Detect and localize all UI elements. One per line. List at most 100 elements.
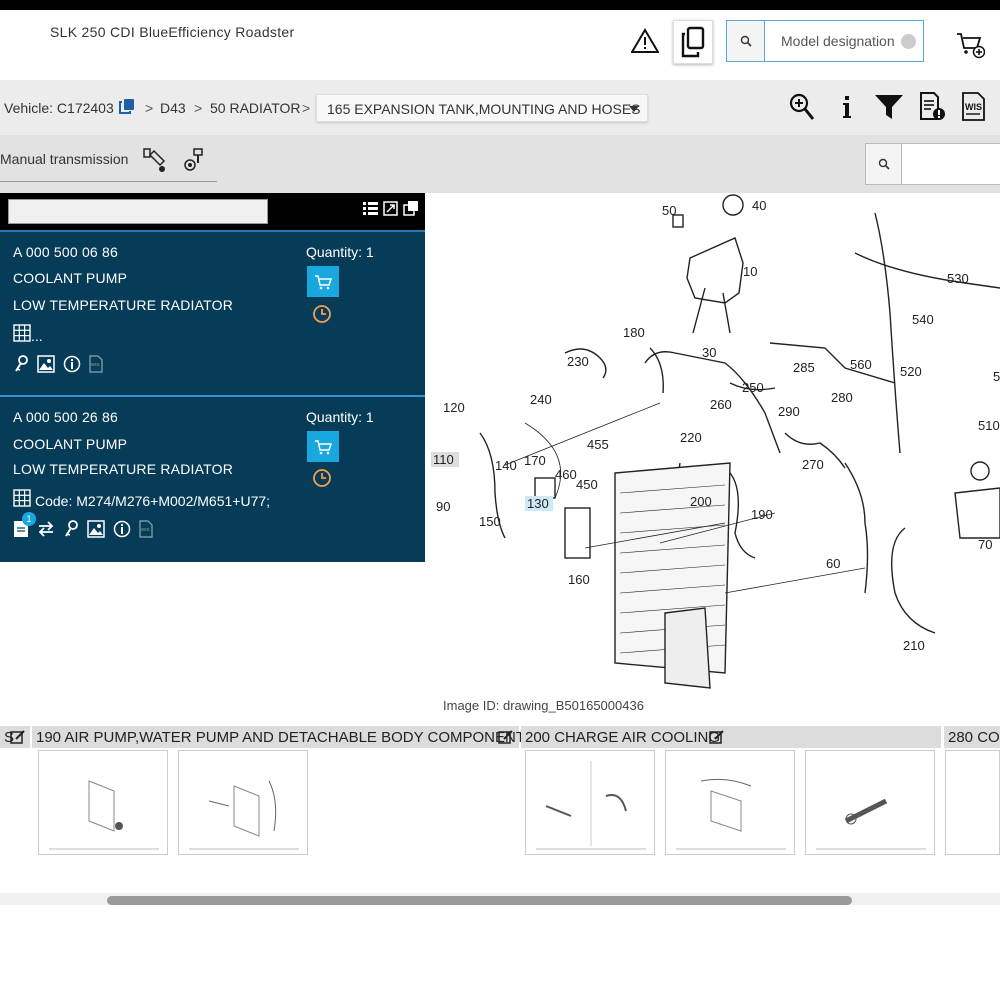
thumbnail-group-header[interactable]: S [0,726,30,748]
add-to-cart-button[interactable] [307,266,339,297]
code-table-icon[interactable] [13,324,31,347]
expand-icon[interactable] [383,201,398,221]
drawing-thumbnail[interactable] [665,750,795,855]
part-number[interactable]: A 000 500 06 86 [13,244,118,260]
drawing-thumbnail[interactable] [945,750,1000,855]
callout-530[interactable]: 530 [947,271,969,286]
breadcrumb-separator: > [194,100,203,116]
image-icon[interactable] [37,355,55,378]
callout-270[interactable]: 270 [802,457,824,472]
breadcrumb-group[interactable]: D43 [160,100,186,116]
callout-220[interactable]: 220 [680,430,702,445]
subgroup-dropdown[interactable]: 165 EXPANSION TANK,MOUNTING AND HOSES [316,94,648,122]
key-icon[interactable] [63,520,79,543]
wis-document-icon[interactable]: WIS [957,90,991,124]
part-card[interactable]: A 000 500 26 86 COOLANT PUMP LOW TEMPERA… [0,395,425,562]
model-search-input[interactable]: Model designation [781,33,895,49]
callout-190[interactable]: 190 [751,507,773,522]
clear-search-icon[interactable] [901,34,916,49]
bolt-icon[interactable] [181,147,207,178]
drawing-thumbnail[interactable] [178,750,308,855]
callout-180[interactable]: 180 [623,325,645,340]
callout-110[interactable]: 110 [433,452,454,467]
callout-460[interactable]: 460 [555,467,577,482]
warning-icon[interactable] [630,26,660,56]
drawing-thumbnail[interactable] [805,750,935,855]
part-number[interactable]: A 000 500 26 86 [13,409,118,425]
image-icon[interactable] [87,520,105,543]
document-warning-icon[interactable] [915,90,949,124]
callout-50[interactable]: 50 [662,203,676,218]
callout-40[interactable]: 40 [752,198,766,213]
callout-120[interactable]: 120 [443,400,465,415]
callout-90[interactable]: 90 [436,499,450,514]
notes-icon[interactable]: 1 [13,512,36,543]
parts-search[interactable] [865,143,1000,185]
search-icon[interactable] [866,144,902,184]
history-icon[interactable] [312,468,332,488]
search-icon[interactable] [727,21,765,61]
info-icon[interactable] [113,520,131,543]
callout-290[interactable]: 290 [778,404,800,419]
filter-icon[interactable] [872,90,906,124]
model-search[interactable]: Model designation [726,20,924,62]
callout-60[interactable]: 60 [826,556,840,571]
key-icon[interactable] [13,355,29,378]
callout-170[interactable]: 170 [524,453,546,468]
thumbnail-group-header[interactable]: 200 CHARGE AIR COOLING [521,726,941,748]
callout-240[interactable]: 240 [530,392,552,407]
transmission-filter-label[interactable]: Manual transmission [0,151,128,167]
copy-vin-icon[interactable] [119,98,135,119]
info-icon[interactable] [63,355,81,378]
part-card[interactable]: A 000 500 06 86 COOLANT PUMP LOW TEMPERA… [0,230,425,393]
wis-doc-icon[interactable]: WIS [139,520,153,543]
callout-5[interactable]: 5 [993,369,1000,384]
copy-icon[interactable] [403,201,418,221]
drawing-thumbnail[interactable] [38,750,168,855]
callout-10[interactable]: 10 [743,264,757,279]
thumbnail-group-label: 200 CHARGE AIR COOLING [525,729,721,746]
callout-560[interactable]: 560 [850,357,872,372]
callout-540[interactable]: 540 [912,312,934,327]
history-icon[interactable] [312,304,332,324]
callout-285[interactable]: 285 [793,360,815,375]
callout-520[interactable]: 520 [900,364,922,379]
code-table-icon[interactable] [13,489,31,512]
breadcrumb-subgroup[interactable]: 50 RADIATOR [210,100,301,116]
cart-icon [315,274,332,289]
callout-280[interactable]: 280 [831,390,853,405]
drawing-thumbnail[interactable] [525,750,655,855]
list-view-icon[interactable] [363,201,378,221]
add-to-cart-button[interactable] [307,431,339,462]
breadcrumb-vehicle[interactable]: Vehicle: C172403 [4,100,114,116]
parts-filter-input[interactable] [8,199,268,224]
parts-panel: A 000 500 06 86 COOLANT PUMP LOW TEMPERA… [0,193,425,562]
callout-230[interactable]: 230 [567,354,589,369]
callout-210[interactable]: 210 [903,638,925,653]
filter-bar: Manual transmission [0,135,1000,193]
callout-30[interactable]: 30 [702,345,716,360]
callout-130[interactable]: 130 [527,496,549,511]
callout-140[interactable]: 140 [495,458,517,473]
callout-150[interactable]: 150 [479,514,501,529]
callout-70[interactable]: 70 [978,537,992,552]
thumbnail-group-header[interactable]: 190 AIR PUMP,WATER PUMP AND DETACHABLE B… [32,726,535,748]
callout-510[interactable]: 510 [978,418,1000,433]
callout-260[interactable]: 260 [710,397,732,412]
cart-add-icon[interactable] [955,30,985,60]
exploded-parts-drawing[interactable]: 50 40 10 530 540 180 30 230 285 560 520 5 240 250 280 1… [425,193,1000,698]
swap-icon[interactable] [37,521,55,542]
callout-250[interactable]: 250 [742,380,764,395]
thumbnail-group-header[interactable]: 280 COO [944,726,1000,748]
fluid-icon[interactable] [142,147,168,178]
callout-455[interactable]: 455 [587,437,609,452]
horizontal-scrollbar-thumb[interactable] [107,896,852,905]
callout-200[interactable]: 200 [690,494,712,509]
edit-icon [10,730,25,744]
callout-160[interactable]: 160 [568,572,590,587]
info-icon[interactable] [830,90,864,124]
copy-button[interactable] [673,20,713,64]
wis-doc-icon[interactable]: WIS [89,355,103,378]
callout-450[interactable]: 450 [576,477,598,492]
zoom-in-icon[interactable] [785,90,819,124]
